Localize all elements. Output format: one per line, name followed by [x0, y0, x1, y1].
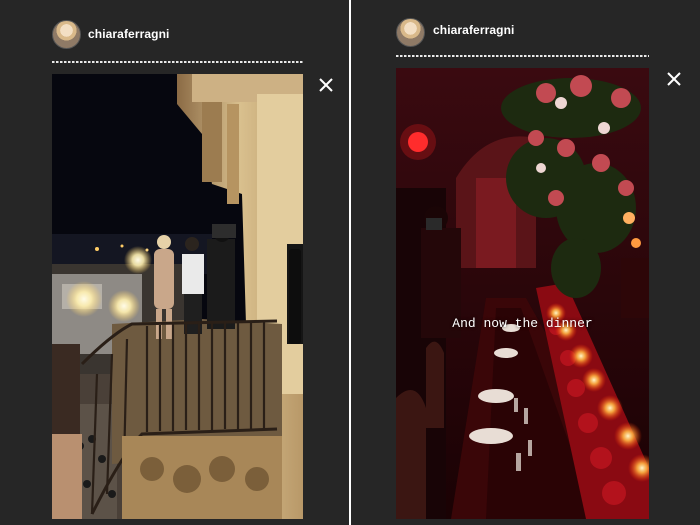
balcony-night-photo	[52, 74, 303, 519]
story-progress-bar	[52, 61, 303, 63]
username-label[interactable]: chiaraferragni	[433, 23, 514, 37]
close-icon[interactable]	[665, 70, 683, 88]
profile-avatar[interactable]	[396, 18, 425, 47]
story-caption: And now the dinner	[452, 316, 593, 331]
story-header: chiaraferragni	[351, 18, 700, 52]
story-image: And now the dinner	[396, 68, 649, 519]
username-label[interactable]: chiaraferragni	[88, 27, 169, 41]
story-panel-right: chiaraferragni And now the dinner	[351, 0, 700, 525]
profile-avatar[interactable]	[52, 20, 81, 49]
story-panel-left: chiaraferragni	[0, 0, 349, 525]
story-image	[52, 74, 303, 519]
dinner-table-photo	[396, 68, 649, 519]
story-header: chiaraferragni	[0, 18, 349, 52]
story-progress-bar	[396, 55, 649, 57]
close-icon[interactable]	[317, 76, 335, 94]
